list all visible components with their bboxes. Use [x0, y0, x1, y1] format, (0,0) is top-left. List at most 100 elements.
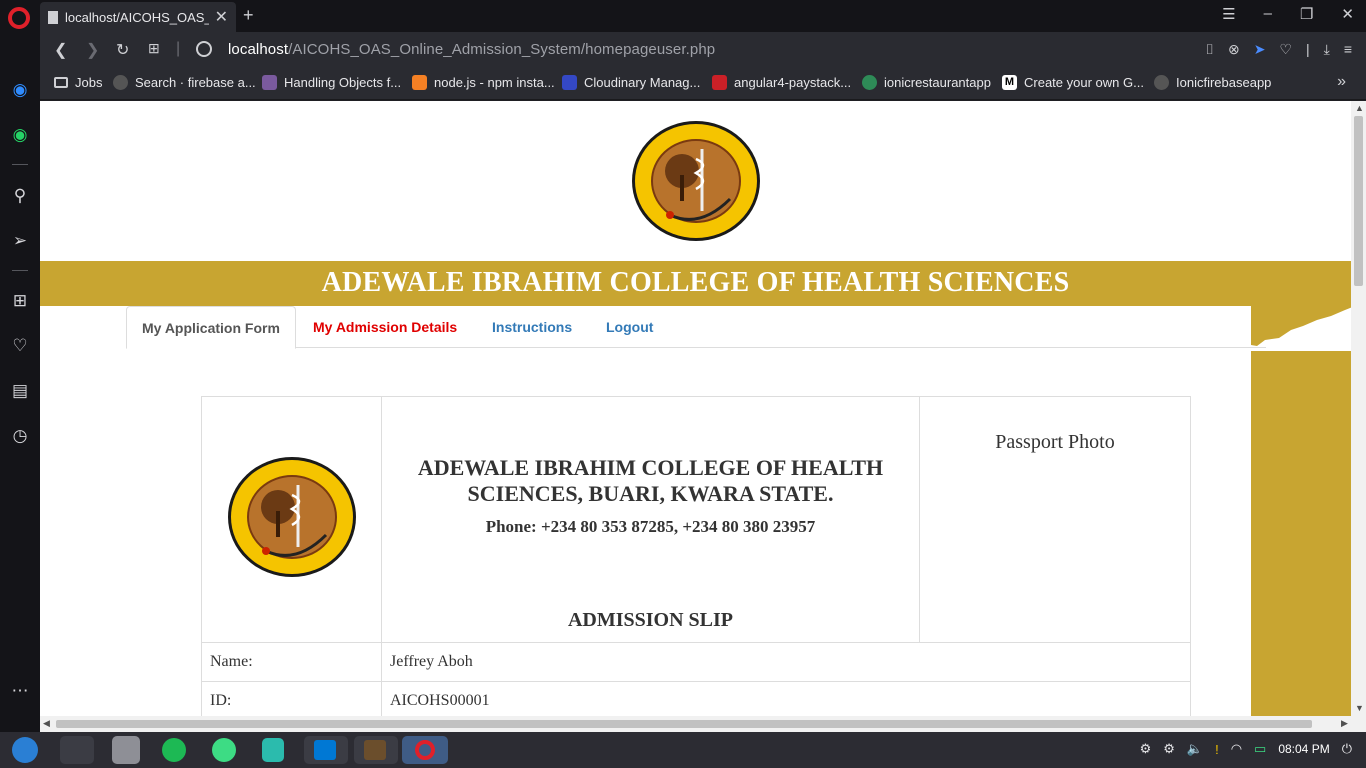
bookmark-item[interactable]: Search · firebase a... [113, 75, 256, 90]
nav-tabs: My Application Form My Admission Details… [126, 306, 1266, 349]
row-label: ID: [201, 681, 382, 716]
browser-tab-bar: localhost/AICOHS_OAS_Or ✕ + ☰ – ❐ ✕ [0, 0, 1366, 32]
android-studio-icon[interactable] [212, 738, 236, 762]
scrollbar-thumb[interactable] [1354, 116, 1363, 286]
vscode-taskbar-item[interactable] [304, 736, 348, 764]
wifi-icon[interactable]: ◠ [1231, 741, 1242, 757]
horizontal-scrollbar[interactable]: ◀ ▶ [40, 716, 1366, 732]
scroll-left-icon[interactable]: ◀ [43, 718, 50, 729]
power-icon[interactable]: ⏻ [1342, 741, 1352, 757]
passport-photo-label: Passport Photo [995, 431, 1115, 453]
tab-my-admission-details[interactable]: My Admission Details [298, 306, 472, 349]
site-icon [262, 75, 277, 90]
bookmarks-heart-icon[interactable]: ♡ [9, 335, 31, 357]
speed-dial-icon[interactable]: ⊞ [148, 40, 160, 57]
media-player-taskbar-item[interactable] [354, 736, 398, 764]
passport-photo-cell: Passport Photo [919, 396, 1191, 643]
scrollbar-thumb[interactable] [56, 720, 1312, 728]
bookmark-label: Search · firebase a... [135, 75, 256, 90]
college-logo [632, 121, 760, 241]
bookmark-label: Ionicfirebaseapp [1176, 75, 1272, 90]
scroll-right-icon[interactable]: ▶ [1341, 718, 1348, 729]
alert-icon[interactable]: ! [1215, 742, 1219, 757]
slip-header-row: ADEWALE IBRAHIM COLLEGE OF HEALTH SCIENC… [201, 396, 1191, 643]
row-value: Jeffrey Aboh [381, 642, 1191, 682]
bookmarks-bar: Jobs Search · firebase a... Handling Obj… [40, 68, 1366, 100]
store-icon[interactable] [112, 736, 140, 764]
back-button[interactable]: ❮ [54, 40, 67, 60]
easy-setup-icon[interactable]: ≡ [1344, 41, 1352, 58]
address-bar: ❮ ❯ ↻ ⊞ | localhost/AICOHS_OAS_Online_Ad… [40, 32, 1366, 68]
clock[interactable]: 08:04 PM [1278, 742, 1329, 756]
bookmark-item[interactable]: Handling Objects f... [262, 75, 401, 90]
snapshot-icon[interactable]: ⌷ [1206, 41, 1214, 58]
url-path: /AICOHS_OAS_Online_Admission_System/home… [288, 41, 716, 58]
medium-icon: M [1002, 75, 1017, 90]
system-tray: ⚙ ⚙ 🔈 ! ◠ ▭ 08:04 PM ⏻ [1140, 741, 1352, 757]
flow-icon[interactable]: ➢ [9, 230, 31, 252]
new-tab-button[interactable]: + [243, 5, 254, 26]
opera-taskbar-item[interactable] [402, 736, 448, 764]
adblock-icon[interactable]: ⊗ [1228, 41, 1240, 58]
flow-icon[interactable]: ➤ [1254, 41, 1266, 58]
bookmark-item[interactable]: ionicrestaurantapp [862, 75, 991, 90]
url-host: localhost [228, 41, 289, 58]
scroll-up-icon[interactable]: ▲ [1355, 103, 1364, 113]
opera-icon [415, 740, 435, 760]
bookmark-heart-icon[interactable]: ♡ [1279, 41, 1292, 58]
forward-button[interactable]: ❯ [86, 40, 99, 60]
download-icon[interactable]: ⤓ [1324, 41, 1330, 58]
page-banner: ADEWALE IBRAHIM COLLEGE OF HEALTH SCIENC… [40, 261, 1351, 306]
site-info-icon[interactable] [196, 41, 212, 57]
close-tab-icon[interactable]: ✕ [215, 7, 228, 27]
more-bookmarks-icon[interactable]: » [1337, 73, 1346, 91]
minimize-button[interactable]: – [1264, 5, 1272, 23]
bookmark-item[interactable]: Ionicfirebaseapp [1154, 75, 1271, 90]
messenger-icon[interactable]: ◉ [9, 79, 31, 101]
file-manager-icon[interactable] [60, 736, 94, 764]
slip-title: ADMISSION SLIP [567, 609, 734, 631]
battery-icon[interactable]: ▭ [1254, 741, 1266, 757]
url-field[interactable]: localhost/AICOHS_OAS_Online_Admission_Sy… [228, 41, 715, 58]
system-taskbar: ⚙ ⚙ 🔈 ! ◠ ▭ 08:04 PM ⏻ [0, 732, 1366, 768]
gitkraken-icon[interactable] [262, 738, 284, 762]
close-window-button[interactable]: ✕ [1341, 5, 1354, 23]
separator: | [1305, 41, 1310, 57]
spotify-icon[interactable] [162, 738, 186, 762]
bookmark-item[interactable]: angular4-paystack... [712, 75, 851, 90]
tab-menu-icon[interactable]: ☰ [1222, 5, 1235, 23]
tab-logout[interactable]: Logout [591, 306, 668, 349]
tab-title: localhost/AICOHS_OAS_Or [65, 9, 209, 25]
start-menu-icon[interactable] [12, 737, 38, 763]
bookmark-item[interactable]: Cloudinary Manag... [562, 75, 700, 90]
whatsapp-icon[interactable]: ◉ [9, 124, 31, 146]
scroll-down-icon[interactable]: ▼ [1355, 703, 1364, 713]
news-icon[interactable]: ▤ [9, 380, 31, 402]
browser-tab[interactable]: localhost/AICOHS_OAS_Or ✕ [40, 2, 236, 32]
search-icon[interactable]: ⚲ [9, 185, 31, 207]
separator [12, 164, 28, 165]
site-icon [862, 75, 877, 90]
tab-my-application-form[interactable]: My Application Form [126, 306, 296, 349]
slip-header-cell: ADEWALE IBRAHIM COLLEGE OF HEALTH SCIENC… [381, 396, 920, 643]
volume-icon[interactable]: 🔈 [1187, 741, 1203, 757]
separator: | [176, 40, 181, 57]
maximize-button[interactable]: ❐ [1300, 5, 1313, 23]
github-icon [113, 75, 128, 90]
reload-button[interactable]: ↻ [116, 40, 129, 60]
settings-icon[interactable]: ⚙ [1140, 741, 1152, 757]
tools-icon[interactable]: ⚙ [1163, 741, 1175, 757]
history-icon[interactable]: ◷ [9, 425, 31, 447]
vertical-scrollbar[interactable]: ▲ ▼ [1351, 101, 1366, 716]
bookmark-item[interactable]: node.js - npm insta... [412, 75, 555, 90]
vscode-icon [314, 740, 336, 760]
bookmark-label: ionicrestaurantapp [884, 75, 991, 90]
bookmark-folder-jobs[interactable]: Jobs [54, 75, 102, 90]
opera-logo-icon[interactable] [8, 7, 30, 29]
tab-instructions[interactable]: Instructions [477, 306, 587, 349]
window-controls: ☰ – ❐ ✕ [1222, 5, 1354, 23]
bookmark-item[interactable]: M Create your own G... [1002, 75, 1144, 90]
speed-dial-icon[interactable]: ⊞ [9, 290, 31, 312]
more-icon[interactable]: ⋯ [9, 680, 31, 702]
bookmark-label: Jobs [75, 75, 103, 90]
